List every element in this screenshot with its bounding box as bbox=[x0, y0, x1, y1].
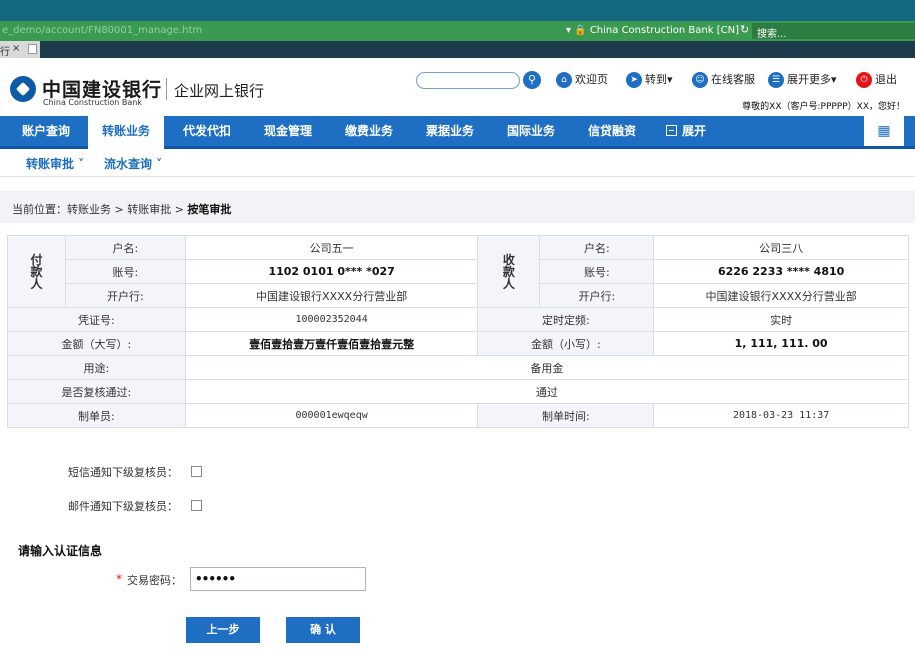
address-bar[interactable]: e_demo/account/FN80001_manage.htm ▾ 🔒 Ch… bbox=[0, 21, 915, 41]
more-link[interactable]: ☰ 展开更多▾ bbox=[768, 71, 837, 89]
payer-head: 付款人 bbox=[7, 235, 66, 308]
customer-service-icon: ☺ bbox=[692, 72, 708, 88]
review-label: 是否复核通过: bbox=[7, 379, 186, 404]
goto-icon: ➤ bbox=[626, 72, 642, 88]
payee-name: 公司三八 bbox=[653, 235, 909, 260]
ccb-logo-icon bbox=[10, 76, 36, 102]
payer-bank-label: 开户行: bbox=[64, 283, 186, 308]
nav-item-cash-mgmt[interactable]: 现金管理 bbox=[249, 116, 327, 146]
user-greeting: 尊敬的XX（客户号:PPPPP）XX，您好！ bbox=[742, 102, 905, 112]
maker-label: 制单员: bbox=[7, 403, 186, 428]
logout-label: 退出 bbox=[875, 73, 897, 86]
voucher-label: 凭证号: bbox=[7, 307, 186, 332]
payee-head-label: 收款人 bbox=[502, 252, 515, 291]
nav-expand-label: 展开 bbox=[682, 124, 707, 138]
purpose-value: 备用金 bbox=[184, 355, 910, 380]
customer-service-label: 在线客服 bbox=[711, 73, 755, 86]
welcome-link[interactable]: ⌂ 欢迎页 bbox=[556, 71, 608, 89]
sms-notify-label: 短信通知下级复核员： bbox=[68, 466, 178, 479]
nav-item-payment[interactable]: 缴费业务 bbox=[330, 116, 408, 146]
transfer-detail-table: 付款人 户名: 公司五一 收款人 户名: 公司三八 账号: 1102 0101 … bbox=[7, 235, 910, 428]
sms-notify-checkbox[interactable] bbox=[191, 466, 202, 477]
grid-icon[interactable]: ▦ bbox=[864, 116, 904, 146]
browser-tab-label: 行 bbox=[0, 47, 10, 58]
breadcrumb: 当前位置：转账业务 > 转账审批 > 按笔审批 bbox=[0, 191, 915, 223]
site-name: 企业网上银行 bbox=[174, 82, 265, 100]
prev-step-button[interactable]: 上一步 bbox=[186, 617, 260, 643]
nav-item-bills[interactable]: 票据业务 bbox=[411, 116, 489, 146]
address-url[interactable]: e_demo/account/FN80001_manage.htm bbox=[2, 25, 202, 36]
payee-name-label: 户名: bbox=[539, 235, 655, 260]
breadcrumb-path: 当前位置：转账业务 > 转账审批 > bbox=[12, 203, 188, 216]
page-header: 中国建设银行 China Construction Bank 企业网上银行 ⚲ … bbox=[0, 58, 915, 116]
more-label: 展开更多▾ bbox=[787, 73, 837, 86]
nav-expand[interactable]: 展开 bbox=[666, 116, 726, 146]
logo-divider bbox=[166, 78, 167, 100]
payee-bank-label: 开户行: bbox=[539, 283, 655, 308]
freq-value: 实时 bbox=[653, 307, 909, 332]
sub-nav: 转账审批 ˅ 流水查询 ˅ bbox=[0, 149, 915, 177]
browser-search-input[interactable]: 搜索... bbox=[752, 23, 915, 40]
purpose-label: 用途: bbox=[7, 355, 186, 380]
nav-item-payroll[interactable]: 代发代扣 bbox=[168, 116, 246, 146]
search-icon[interactable]: ⚲ bbox=[523, 71, 541, 89]
tab-bar: 行 × bbox=[0, 41, 915, 58]
browser-titlebar bbox=[0, 0, 915, 21]
maker-value: 000001ewqeqw bbox=[184, 403, 479, 428]
nav-item-international[interactable]: 国际业务 bbox=[492, 116, 570, 146]
payer-head-label: 付款人 bbox=[30, 252, 43, 291]
payee-acct-label: 账号: bbox=[539, 259, 655, 284]
more-icon: ☰ bbox=[768, 72, 784, 88]
amount-cn: 壹佰壹拾壹万壹仟壹佰壹拾壹元整 bbox=[184, 331, 479, 356]
password-label: 交易密码： bbox=[127, 574, 182, 587]
voucher-number: 100002352044 bbox=[184, 307, 479, 332]
subnav-flow-query[interactable]: 流水查询 ˅ bbox=[104, 155, 162, 172]
nav-item-account-query[interactable]: 账户查询 bbox=[7, 116, 85, 146]
refresh-icon[interactable]: ↻ bbox=[740, 23, 749, 36]
new-tab-icon[interactable] bbox=[28, 44, 37, 54]
welcome-label: 欢迎页 bbox=[575, 73, 608, 86]
payer-name: 公司五一 bbox=[184, 235, 479, 260]
email-notify-checkbox[interactable] bbox=[191, 500, 202, 511]
expand-icon bbox=[666, 125, 677, 136]
browser-tab[interactable]: 行 × bbox=[0, 41, 40, 58]
subnav-transfer-approval[interactable]: 转账审批 ˅ bbox=[26, 155, 84, 172]
payer-bank: 中国建设银行XXXX分行营业部 bbox=[184, 283, 479, 308]
review-value: 通过 bbox=[184, 379, 910, 404]
transaction-password-input[interactable]: •••••• bbox=[190, 567, 366, 591]
payer-acct-label: 账号: bbox=[64, 259, 186, 284]
payee-head: 收款人 bbox=[477, 235, 541, 308]
home-icon: ⌂ bbox=[556, 72, 572, 88]
logout-icon: ⏻ bbox=[856, 72, 872, 88]
payee-account: 6226 2233 **** 4810 bbox=[653, 259, 909, 284]
goto-label: 转到▾ bbox=[645, 73, 673, 86]
amount-num: 1, 111, 111. 00 bbox=[653, 331, 909, 356]
breadcrumb-current: 按笔审批 bbox=[187, 203, 232, 216]
time-label: 制单时间: bbox=[477, 403, 655, 428]
goto-link[interactable]: ➤ 转到▾ bbox=[626, 71, 673, 89]
confirm-button[interactable]: 确 认 bbox=[286, 617, 360, 643]
required-mark: * bbox=[116, 572, 122, 586]
payee-bank: 中国建设银行XXXX分行营业部 bbox=[653, 283, 909, 308]
auth-section-title: 请输入认证信息 bbox=[18, 544, 103, 558]
customer-service-link[interactable]: ☺ 在线客服 bbox=[692, 71, 755, 89]
freq-label: 定时定频: bbox=[477, 307, 655, 332]
payer-account: 1102 0101 0*** *027 bbox=[184, 259, 479, 284]
site-identity: ▾ 🔒 China Construction Bank [CN] bbox=[566, 25, 739, 36]
close-icon[interactable]: × bbox=[12, 43, 20, 54]
nav-item-credit[interactable]: 信贷融资 bbox=[573, 116, 651, 146]
logo-subtitle: China Construction Bank bbox=[43, 98, 142, 107]
site-identity-label: China Construction Bank [CN] bbox=[589, 25, 739, 36]
amount-num-label: 金额（小写）: bbox=[477, 331, 655, 356]
amount-cn-label: 金额（大写）: bbox=[7, 331, 186, 356]
logout-link[interactable]: ⏻ 退出 bbox=[856, 71, 897, 89]
time-value: 2018-03-23 11:37 bbox=[653, 403, 909, 428]
main-nav: 账户查询 转账业务 代发代扣 现金管理 缴费业务 票据业务 国际业务 信贷融资 … bbox=[0, 116, 915, 149]
payer-name-label: 户名: bbox=[64, 235, 186, 260]
nav-item-transfer[interactable]: 转账业务 bbox=[88, 116, 164, 149]
header-search-input[interactable] bbox=[416, 72, 520, 89]
email-notify-label: 邮件通知下级复核员： bbox=[68, 500, 178, 513]
